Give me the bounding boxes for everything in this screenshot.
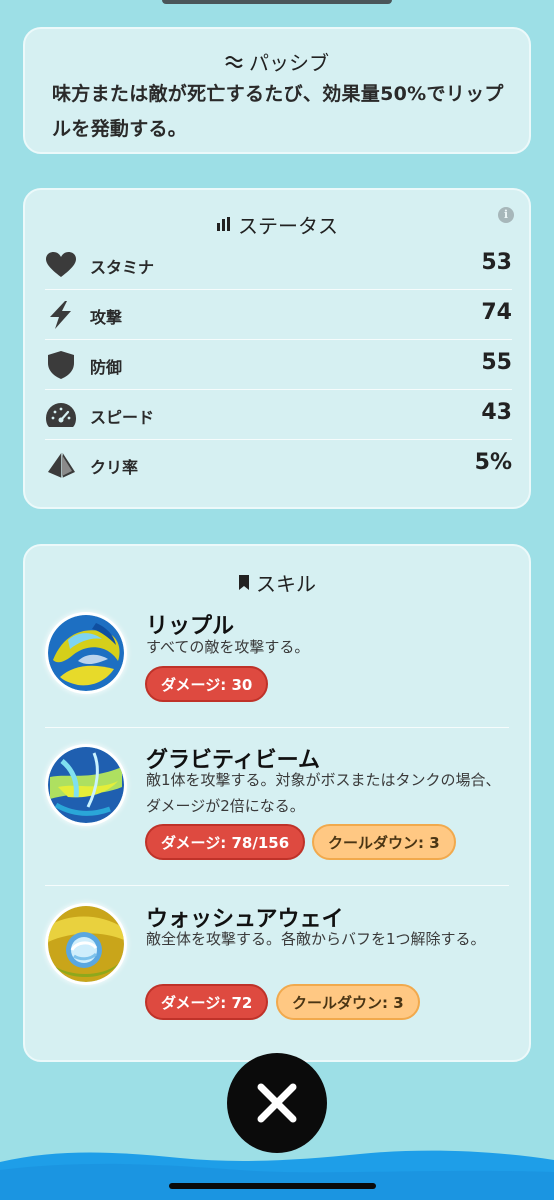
stats-title: ステータス bbox=[25, 210, 529, 239]
stat-row-speed: スピード 43 bbox=[45, 390, 512, 440]
stat-row-stamina: スタミナ 53 bbox=[45, 240, 512, 290]
waves-icon bbox=[225, 50, 243, 74]
stat-row-attack: 攻撃 74 bbox=[45, 290, 512, 340]
skills-title-text: スキル bbox=[256, 572, 316, 596]
stat-label: クリ率 bbox=[90, 458, 139, 477]
skill-description: すべての敵を攻撃する。 bbox=[146, 638, 310, 656]
bar-chart-icon bbox=[216, 213, 232, 237]
stat-row-defense: 防御 55 bbox=[45, 340, 512, 390]
bookmark-icon bbox=[238, 571, 250, 595]
info-icon[interactable]: i bbox=[498, 207, 514, 223]
divider bbox=[45, 885, 509, 886]
wash-away-skill-icon bbox=[45, 903, 127, 985]
damage-badge: ダメージ: 78/156 bbox=[145, 824, 306, 860]
stat-value: 55 bbox=[481, 350, 512, 375]
passive-card: パッシブ 味方または敵が死亡するたび、効果量50%でリップルを発動する。 bbox=[23, 27, 531, 154]
skill-description: 敵全体を攻撃する。各敵からバフを1つ解除する。 bbox=[146, 930, 486, 948]
stat-label: 防御 bbox=[90, 358, 123, 377]
heart-icon bbox=[45, 251, 77, 279]
shield-icon bbox=[45, 351, 77, 379]
stat-label: スピード bbox=[90, 408, 155, 427]
close-icon bbox=[257, 1083, 297, 1123]
stat-value: 74 bbox=[481, 300, 512, 325]
stats-title-text: ステータス bbox=[238, 214, 338, 238]
stat-label: 攻撃 bbox=[90, 308, 123, 327]
damage-badge: ダメージ: 30 bbox=[145, 666, 269, 702]
cooldown-badge: クールダウン: 3 bbox=[276, 984, 420, 1020]
stat-value: 43 bbox=[481, 400, 512, 425]
passive-description: 味方または敵が死亡するたび、効果量50%でリップルを発動する。 bbox=[52, 83, 504, 140]
skill-description: 敵1体を攻撃する。対象がボスまたはタンクの場合、ダメージが2倍になる。 bbox=[146, 771, 501, 815]
gravity-beam-skill-icon bbox=[45, 744, 127, 826]
lightning-icon bbox=[45, 301, 77, 329]
close-button[interactable] bbox=[227, 1053, 327, 1153]
passive-title: パッシブ bbox=[25, 47, 529, 76]
stat-label: スタミナ bbox=[90, 258, 155, 277]
top-handle bbox=[162, 0, 392, 4]
divider bbox=[45, 727, 509, 728]
cooldown-badge: クールダウン: 3 bbox=[312, 824, 456, 860]
skills-title: スキル bbox=[25, 568, 529, 597]
damage-badge: ダメージ: 72 bbox=[145, 984, 269, 1020]
passive-title-text: パッシブ bbox=[249, 51, 329, 75]
home-indicator bbox=[169, 1183, 376, 1189]
stat-value: 53 bbox=[481, 250, 512, 275]
stat-row-crit: クリ率 5% bbox=[45, 440, 512, 490]
speedometer-icon bbox=[45, 401, 77, 429]
stat-value: 5% bbox=[474, 450, 512, 475]
ripple-skill-icon bbox=[45, 612, 127, 694]
skills-card: スキル リップル すべての敵を攻撃する。 ダメージ: 30 グラビティビーム 敵… bbox=[23, 544, 531, 1062]
crit-diamond-icon bbox=[45, 451, 77, 479]
stats-card: ステータス i スタミナ 53 攻撃 74 防御 55 スピード 43 クリ率 … bbox=[23, 188, 531, 509]
